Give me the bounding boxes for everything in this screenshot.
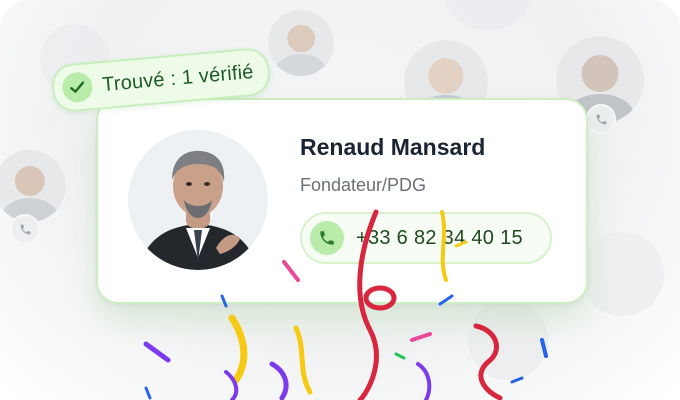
background-avatar	[446, 0, 530, 30]
phone-icon	[310, 221, 344, 255]
contact-card[interactable]: Renaud Mansard Fondateur/PDG +33 6 82 34…	[96, 98, 588, 304]
contact-avatar	[128, 130, 268, 270]
background-avatar	[468, 300, 548, 380]
verified-label: Trouvé : 1 vérifié	[101, 60, 255, 96]
background-avatar	[268, 10, 334, 76]
phone-number-pill[interactable]: +33 6 82 34 40 15	[300, 212, 552, 264]
contact-job-title: Fondateur/PDG	[300, 175, 427, 195]
contact-name: Renaud Mansard	[300, 134, 486, 160]
background-avatar	[580, 232, 664, 316]
phone-number: +33 6 82 34 40 15	[356, 226, 523, 249]
background-phone-icon	[10, 214, 40, 244]
contact-found-illustration: Trouvé : 1 vérifié Renaud Mansard Fondat…	[0, 0, 680, 400]
background-phone-icon	[586, 104, 616, 134]
background-avatar	[0, 150, 66, 222]
check-icon	[61, 71, 94, 104]
